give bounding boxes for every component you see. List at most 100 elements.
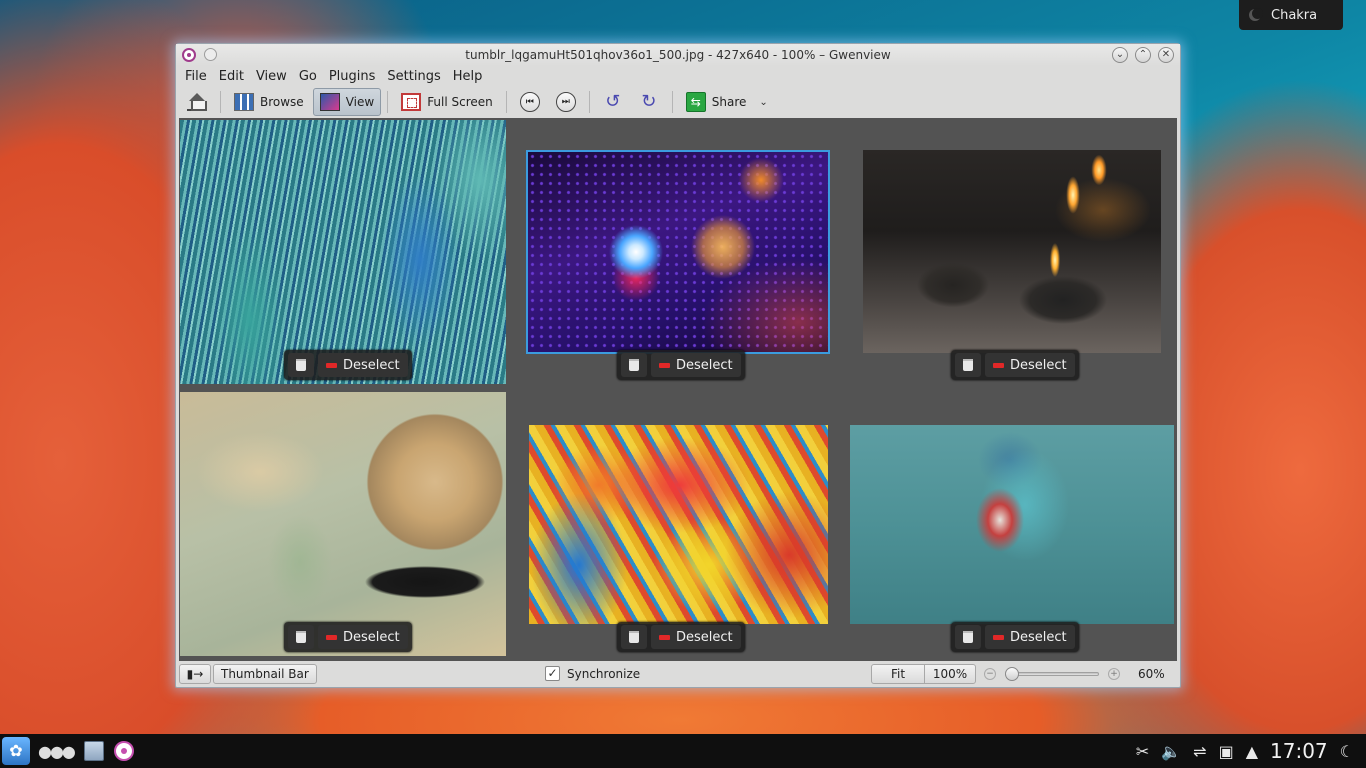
share-label: Share: [711, 95, 747, 109]
rotate-right-button[interactable]: ↻: [632, 88, 666, 116]
zoom-slider-track[interactable]: [1007, 672, 1099, 676]
maximize-button[interactable]: ⌃: [1135, 47, 1151, 63]
menu-bar: File Edit View Go Plugins Settings Help: [176, 66, 1180, 86]
desktop-widget-chakra[interactable]: Chakra: [1239, 0, 1343, 30]
zoom-out-icon[interactable]: −: [984, 668, 996, 680]
task-file-manager-icon[interactable]: [83, 741, 104, 761]
trash-button[interactable]: [621, 353, 647, 377]
toolbar-separator: [671, 91, 673, 113]
toggle-sidebar-button[interactable]: ▮→: [179, 664, 211, 684]
rotate-left-button[interactable]: ↺: [596, 88, 630, 116]
share-button[interactable]: ⇆ Share: [679, 88, 754, 116]
view-button[interactable]: View: [312, 88, 382, 116]
moon-icon: [1249, 8, 1263, 21]
image-bokeh[interactable]: [526, 150, 830, 354]
deselect-label: Deselect: [1010, 629, 1067, 645]
image-toolbar-5: Deselect: [617, 622, 745, 652]
deselect-button[interactable]: Deselect: [651, 625, 741, 649]
browse-label: Browse: [260, 95, 304, 109]
menu-file[interactable]: File: [179, 69, 213, 84]
usb-icon[interactable]: ⇌: [1193, 742, 1206, 761]
main-toolbar: Browse View Full Screen ⏮ ⏭ ↺ ↻ ⇆ Share: [176, 86, 1180, 118]
rotate-right-icon: ↻: [641, 91, 657, 112]
deselect-button[interactable]: Deselect: [318, 625, 408, 649]
zoom-fit-button[interactable]: Fit: [871, 664, 925, 684]
zoom-slider-handle[interactable]: [1004, 667, 1019, 681]
clock[interactable]: 17:07: [1270, 739, 1328, 763]
image-candles[interactable]: [863, 150, 1161, 353]
app-launcher-icon[interactable]: ✿: [2, 737, 30, 765]
gwenview-window: tumblr_lqgamuHt501qhov36o1_500.jpg - 427…: [175, 43, 1181, 688]
toolbar-separator: [505, 91, 507, 113]
taskbar: ✿ ●●● ✂ 🔈 ⇌ ▣ ▲ 17:07 ☾: [0, 734, 1366, 768]
minus-icon: [993, 362, 1004, 368]
volume-icon[interactable]: 🔈: [1161, 742, 1181, 761]
trash-icon: [963, 631, 973, 643]
pin-icon[interactable]: [204, 48, 217, 61]
browse-button[interactable]: Browse: [227, 88, 311, 116]
deselect-button[interactable]: Deselect: [985, 625, 1075, 649]
trash-icon: [296, 631, 306, 643]
view-icon: [319, 93, 340, 111]
menu-plugins[interactable]: Plugins: [323, 69, 382, 84]
thumbnail-bar-button[interactable]: Thumbnail Bar: [213, 664, 317, 684]
image-feathers[interactable]: [529, 425, 828, 624]
scissors-icon[interactable]: ✂: [1136, 742, 1149, 761]
title-bar[interactable]: tumblr_lqgamuHt501qhov36o1_500.jpg - 427…: [176, 44, 1180, 66]
minus-icon: [659, 634, 670, 640]
trash-button[interactable]: [955, 625, 981, 649]
checkbox-checked-icon: ✓: [545, 666, 560, 681]
zoom-percent-readout: 60%: [1138, 667, 1165, 681]
previous-image-button[interactable]: ⏮: [513, 88, 547, 116]
zoom-in-icon[interactable]: +: [1108, 668, 1120, 680]
system-tray: ✂ 🔈 ⇌ ▣ ▲ 17:07 ☾: [1136, 734, 1354, 768]
menu-edit[interactable]: Edit: [213, 69, 250, 84]
menu-help[interactable]: Help: [447, 69, 489, 84]
home-button[interactable]: [180, 88, 214, 116]
image-fish[interactable]: [850, 425, 1174, 624]
synchronize-checkbox[interactable]: ✓ Synchronize: [545, 666, 640, 681]
image-brushes[interactable]: [180, 120, 506, 384]
menu-go[interactable]: Go: [293, 69, 323, 84]
minus-icon: [326, 634, 337, 640]
activities-dots-icon[interactable]: ●●●: [38, 742, 76, 761]
minus-icon: [659, 362, 670, 368]
image-toolbar-6: Deselect: [951, 622, 1079, 652]
window-title: tumblr_lqgamuHt501qhov36o1_500.jpg - 427…: [465, 48, 891, 62]
deselect-button[interactable]: Deselect: [985, 353, 1075, 377]
trash-icon: [963, 359, 973, 371]
deselect-button[interactable]: Deselect: [318, 353, 408, 377]
image-toolbar-2: Deselect: [617, 350, 745, 380]
chevron-down-icon[interactable]: ⌄: [759, 97, 767, 108]
trash-button[interactable]: [621, 625, 647, 649]
trash-button[interactable]: [955, 353, 981, 377]
deselect-label: Deselect: [1010, 357, 1067, 373]
deselect-label: Deselect: [343, 629, 400, 645]
toolbar-separator: [220, 91, 221, 113]
trash-button[interactable]: [288, 353, 314, 377]
clipboard-icon[interactable]: ▣: [1219, 742, 1234, 761]
minus-icon: [326, 362, 337, 368]
image-toolbar-4: Deselect: [284, 622, 412, 652]
task-gwenview-icon[interactable]: [113, 741, 134, 761]
zoom-100-button[interactable]: 100%: [924, 664, 976, 684]
image-toolbar-1: Deselect: [284, 350, 412, 380]
trash-button[interactable]: [288, 625, 314, 649]
close-button[interactable]: ✕: [1158, 47, 1174, 63]
moon-icon[interactable]: ☾: [1340, 742, 1354, 761]
home-icon: [187, 93, 207, 111]
image-toolbar-3: Deselect: [951, 350, 1079, 380]
deselect-button[interactable]: Deselect: [651, 353, 741, 377]
fullscreen-label: Full Screen: [427, 95, 493, 109]
toolbar-separator: [387, 91, 389, 113]
arrow-up-icon[interactable]: ▲: [1246, 742, 1258, 761]
menu-view[interactable]: View: [250, 69, 293, 84]
image-globe[interactable]: [180, 392, 506, 656]
gwenview-app-icon[interactable]: [182, 48, 196, 62]
minus-icon: [993, 634, 1004, 640]
fullscreen-button[interactable]: Full Screen: [394, 88, 500, 116]
menu-settings[interactable]: Settings: [381, 69, 446, 84]
trash-icon: [296, 359, 306, 371]
minimize-button[interactable]: ⌄: [1112, 47, 1128, 63]
next-image-button[interactable]: ⏭: [549, 88, 583, 116]
